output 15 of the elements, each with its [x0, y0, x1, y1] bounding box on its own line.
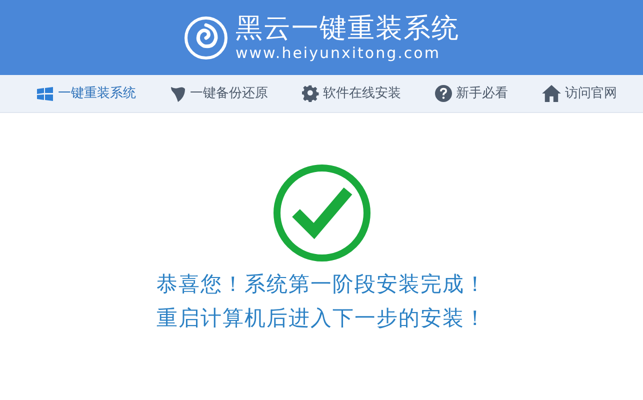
nav-tab[interactable]: 一键备份还原 [170, 84, 268, 104]
swirl-logo-icon [184, 16, 228, 60]
success-message: 恭喜您！系统第一阶段安装完成！ [156, 271, 486, 297]
website-url: www.heiyunxitong.com [236, 46, 442, 60]
windows-logo-icon [36, 86, 54, 102]
app-title: 黑云一键重装系统 [236, 14, 460, 42]
success-message: 重启计算机后进入下一步的安装！ [156, 305, 486, 331]
help-icon [435, 85, 452, 102]
nav-tab[interactable]: 访问官网 [542, 84, 617, 104]
nav-tab[interactable]: 一键重装系统 [36, 84, 136, 104]
success-check-icon [272, 163, 372, 263]
nav-tab[interactable]: 新手必看 [435, 84, 508, 104]
home-icon [542, 85, 561, 102]
nav-tab[interactable]: 软件在线安装 [302, 84, 401, 104]
settings-icon [302, 85, 319, 102]
